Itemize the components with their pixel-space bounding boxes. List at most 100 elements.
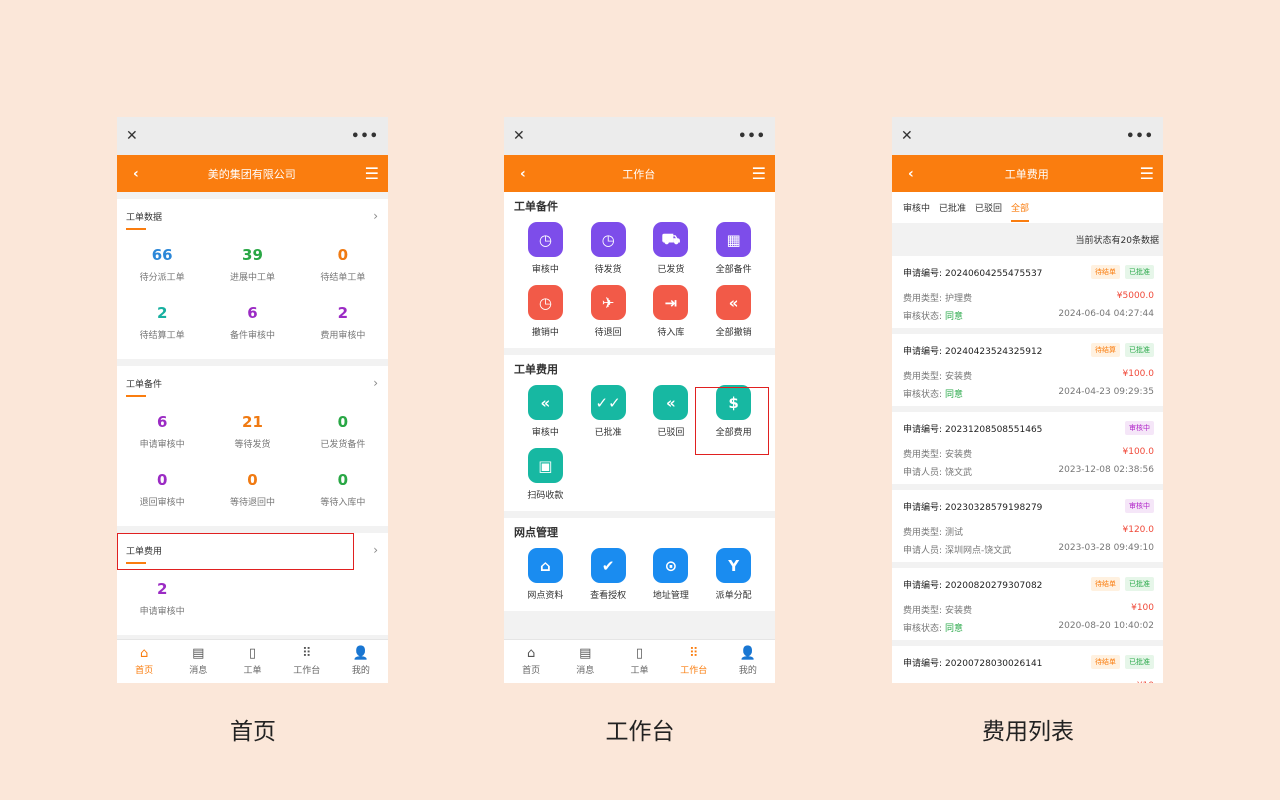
stat-label: 备件审核中 (229, 330, 275, 341)
more-icon[interactable]: ••• (738, 129, 766, 144)
tab-document[interactable]: ▯ 工单 (612, 640, 666, 683)
fee-record[interactable]: 申请编号: 20200820279307082 待结单 已批准 费用类型: 安装费 ¥100… (892, 568, 1163, 640)
tab-all[interactable]: 全部 (1011, 201, 1030, 222)
workbench-item[interactable]: « 已驳回 (640, 385, 703, 438)
stat-item[interactable]: 66 待分派工单 (117, 235, 207, 293)
tab-label: 工作台 (680, 666, 708, 676)
menu-icon[interactable]: ☰ (1140, 164, 1154, 183)
phone-home: ✕ ••• ‹ 美的集团有限公司 ☰ 工单数据 › 66 待分派工单 39 进展中工单 0 待… (117, 117, 388, 683)
tab-approved[interactable]: 已批准 (939, 201, 966, 214)
stat-item[interactable]: 2 待结算工单 (117, 293, 207, 351)
close-icon[interactable]: ✕ (126, 128, 138, 144)
item-label: 全部备件 (715, 265, 752, 275)
stat-item[interactable]: 39 进展中工单 (207, 235, 297, 293)
status-badge: 已批准 (1125, 655, 1154, 669)
workbench-item[interactable]: $ 全部费用 (702, 385, 765, 438)
fee-amount: ¥120.0 (1122, 525, 1155, 535)
number-label: 申请编号: (903, 268, 943, 279)
workbench-item[interactable]: ✓✓ 已批准 (577, 385, 640, 438)
tab-home[interactable]: ⌂ 首页 (504, 640, 558, 683)
back-icon[interactable]: ‹ (133, 166, 139, 182)
menu-icon[interactable]: ☰ (752, 164, 766, 183)
record-date: 2023-03-28 09:49:10 (1058, 543, 1154, 553)
tab-label: 工单 (630, 666, 649, 676)
fee-record[interactable]: 申请编号: 20240604255475537 待结单 已批准 费用类型: 护理费 ¥500… (892, 256, 1163, 328)
workbench-item[interactable]: ◷ 审核中 (514, 222, 577, 275)
workbench-item[interactable]: ◷ 待发货 (577, 222, 640, 275)
workbench-item[interactable]: « 全部撤销 (702, 285, 765, 338)
workbench-item[interactable]: ◷ 撤销中 (514, 285, 577, 338)
tab-rejected[interactable]: 已驳回 (975, 201, 1002, 214)
section-header[interactable]: 工单数据 › (117, 199, 388, 233)
message-icon: ▤ (579, 646, 592, 661)
workbench-item[interactable]: ⊙ 地址管理 (640, 548, 703, 601)
record-count: 当前状态有20条数据 (1075, 236, 1159, 246)
fee-amount: ¥10 (1137, 681, 1154, 683)
section-underline (126, 228, 146, 230)
chevron-right-icon[interactable]: › (373, 209, 378, 223)
stat-item[interactable]: 0 等待退回中 (207, 460, 297, 518)
clock-icon: ◷ (527, 222, 563, 257)
stat-item[interactable]: 6 备件审核中 (207, 293, 297, 351)
workbench-item[interactable]: ✔ 查看授权 (577, 548, 640, 601)
grid-icon: ⠿ (688, 646, 699, 661)
workbench-item[interactable]: ✈ 待退回 (577, 285, 640, 338)
stat-item[interactable]: 0 已发货备件 (298, 402, 388, 460)
stat-item[interactable]: 2 费用审核中 (298, 293, 388, 351)
workbench-item[interactable]: Y 派单分配 (702, 548, 765, 601)
status-value: 同意 (945, 312, 964, 322)
stat-item[interactable]: 0 退回审核中 (117, 460, 207, 518)
stat-label: 待分派工单 (139, 272, 185, 283)
stat-number: 6 (247, 303, 258, 322)
workbench-item[interactable]: ▦ 全部备件 (702, 222, 765, 275)
tab-grid[interactable]: ⠿ 工作台 (280, 640, 334, 683)
record-header: 申请编号: 20240423524325912 待结算 已批准 (903, 343, 1154, 357)
tab-reviewing[interactable]: 审核中 (903, 201, 930, 214)
tab-label: 工单 (243, 666, 262, 676)
fee-record[interactable]: 申请编号: 20231208508551465 审核中 费用类型: 安装费 ¥100.0 申… (892, 412, 1163, 484)
fee-record[interactable]: 申请编号:20200728030026141待结单已批准费用类型:安装费¥10审… (892, 646, 1163, 683)
system-bar: ✕ ••• (892, 117, 1163, 155)
record-status: 审核状态: 同意 (903, 309, 963, 322)
workbench-item[interactable]: « 审核中 (514, 385, 577, 438)
grid-icon: ⠿ (301, 646, 312, 661)
number-value: 20231208508551465 (945, 424, 1043, 435)
close-icon[interactable]: ✕ (901, 128, 913, 144)
more-icon[interactable]: ••• (351, 129, 379, 144)
application-number: 申请编号: 20240423524325912 (903, 344, 1042, 357)
tab-grid[interactable]: ⠿ 工作台 (667, 640, 721, 683)
fee-record[interactable]: 申请编号: 20230328579198279 审核中 费用类型: 测试 ¥120.0 申请… (892, 490, 1163, 562)
stat-item[interactable]: 0 等待入库中 (298, 460, 388, 518)
back-icon[interactable]: ‹ (908, 166, 914, 182)
more-icon[interactable]: ••• (1126, 129, 1154, 144)
stat-label: 等待退回中 (229, 497, 275, 508)
stat-item[interactable]: 2 申请审核中 (117, 569, 207, 627)
tab-message[interactable]: ▤ 消息 (558, 640, 612, 683)
workbench-item[interactable]: ⇥ 待入库 (640, 285, 703, 338)
stat-item[interactable]: 21 等待发货 (207, 402, 297, 460)
chevron-right-icon[interactable]: › (373, 543, 378, 557)
tab-user[interactable]: 👤 我的 (334, 640, 388, 683)
tab-message[interactable]: ▤ 消息 (171, 640, 225, 683)
section-header[interactable]: 工单备件 › (117, 366, 388, 400)
workbench-item[interactable]: ⌂ 网点资料 (514, 548, 577, 601)
close-icon[interactable]: ✕ (513, 128, 525, 144)
reply-all-icon: « (653, 385, 689, 420)
tab-user[interactable]: 👤 我的 (721, 640, 775, 683)
document-icon: ▯ (635, 646, 644, 661)
stat-item[interactable]: 6 申请审核中 (117, 402, 207, 460)
workbench-item[interactable]: ⛟ 已发货 (640, 222, 703, 275)
menu-icon[interactable]: ☰ (365, 164, 379, 183)
back-icon[interactable]: ‹ (520, 166, 526, 182)
tab-document[interactable]: ▯ 工单 (225, 640, 279, 683)
record-line: 审核状态: 同意 2024-04-23 09:29:35 (903, 387, 1154, 400)
fee-type-label: 费用类型: (903, 606, 943, 616)
workbench-item[interactable]: ▣ 扫码收款 (514, 448, 577, 501)
stat-label: 等待入库中 (320, 497, 366, 508)
section-header[interactable]: 工单费用 › (117, 533, 388, 567)
fee-record[interactable]: 申请编号: 20240423524325912 待结算 已批准 费用类型: 安装费 ¥100… (892, 334, 1163, 406)
chevron-right-icon[interactable]: › (373, 376, 378, 390)
tab-home[interactable]: ⌂ 首页 (117, 640, 171, 683)
number-value: 20200728030026141 (945, 658, 1043, 669)
stat-item[interactable]: 0 待结单工单 (298, 235, 388, 293)
